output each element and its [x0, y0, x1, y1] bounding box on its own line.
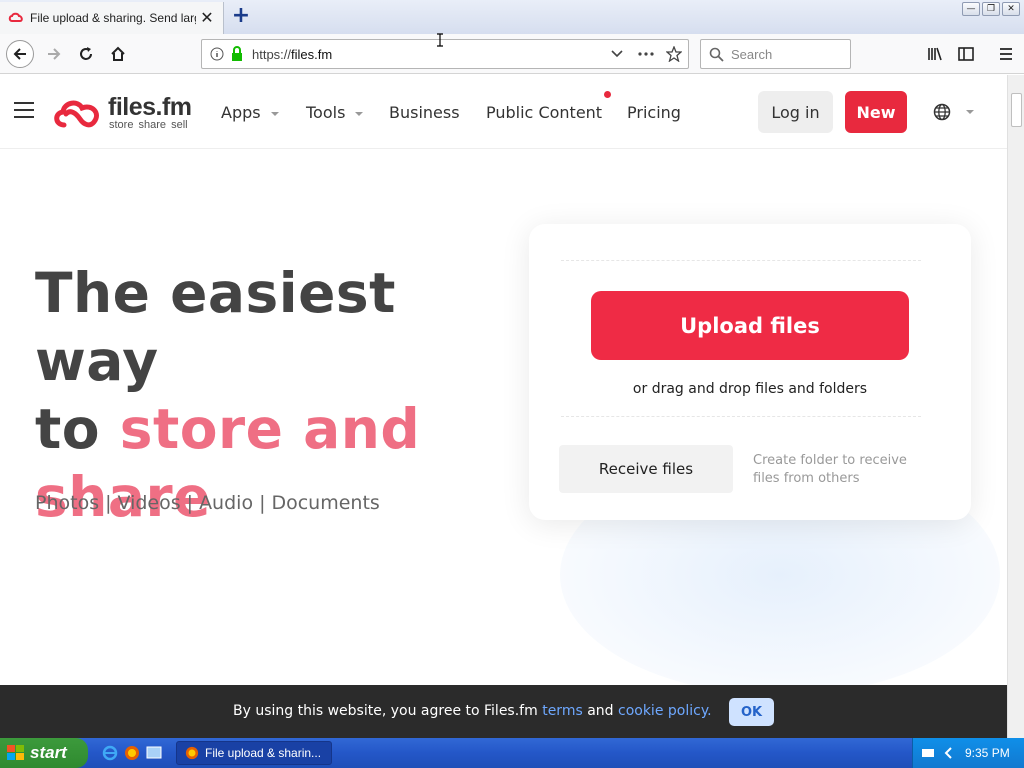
restore-icon[interactable]: ❐: [982, 2, 1000, 16]
nav-pricing[interactable]: Pricing: [627, 103, 681, 122]
new-button[interactable]: New: [845, 91, 907, 133]
nav-public-content[interactable]: Public Content: [486, 103, 602, 122]
clock: 9:35 PM: [965, 746, 1010, 760]
taskbar-firefox-window[interactable]: File upload & sharin...: [176, 741, 332, 765]
nav-tools[interactable]: Tools: [306, 103, 364, 122]
site-header: files.fm store share sell Apps Tools Bus…: [0, 75, 1007, 149]
tab-title: File upload & sharing. Send large files: [30, 11, 196, 25]
cookie-banner: By using this website, you agree to File…: [0, 685, 1007, 738]
arrow-right-icon: [48, 48, 61, 60]
new-tab-icon[interactable]: +: [230, 4, 252, 28]
globe-language-icon[interactable]: [933, 103, 951, 121]
web-page: files.fm store share sell Apps Tools Bus…: [0, 75, 1007, 685]
logo-tagline: store share sell: [109, 119, 188, 131]
home-icon: [111, 46, 125, 61]
sidebar-button[interactable]: [952, 40, 980, 68]
page-actions-icon[interactable]: [638, 52, 654, 56]
address-bar[interactable]: https://files.fm: [201, 39, 689, 69]
bookmark-star-icon[interactable]: [666, 46, 682, 62]
cloud-logo-icon: [54, 100, 99, 128]
chevron-down-icon[interactable]: [611, 49, 623, 59]
files-fm-logo[interactable]: files.fm store share sell: [52, 93, 202, 133]
site-menu-icon[interactable]: [14, 102, 34, 120]
logo-name: files.fm: [108, 93, 192, 121]
hero-title: The easiest way to store and share: [35, 261, 421, 529]
upload-files-button[interactable]: Upload files: [591, 291, 909, 360]
browser-tab[interactable]: File upload & sharing. Send large files …: [0, 2, 224, 34]
text-cursor-icon: [437, 33, 443, 47]
taskbar: start File upload & sharin... 9:35 PM: [0, 738, 1024, 768]
language-caret-icon[interactable]: [966, 110, 974, 114]
caret-down-icon: [355, 111, 364, 116]
caret-down-icon: [270, 111, 279, 116]
browser-toolbar: https://files.fm Search: [0, 34, 1024, 74]
reload-button[interactable]: [72, 40, 100, 68]
subtitle-documents: Documents: [271, 492, 380, 514]
start-button[interactable]: start: [0, 738, 88, 768]
window-controls: — ❐ ✕: [962, 2, 1020, 16]
login-button[interactable]: Log in: [758, 91, 833, 133]
library-button[interactable]: [921, 40, 949, 68]
minimize-icon[interactable]: —: [962, 2, 980, 16]
drag-drop-hint: or drag and drop files and folders: [632, 381, 868, 397]
home-button[interactable]: [104, 40, 132, 68]
keyboard-icon[interactable]: [921, 747, 935, 759]
menu-button[interactable]: [992, 40, 1020, 68]
page-scrollbar[interactable]: [1007, 75, 1024, 738]
files-fm-favicon-icon: [8, 12, 23, 22]
search-placeholder: Search: [731, 47, 773, 62]
receive-files-button[interactable]: Receive files: [559, 445, 733, 493]
firefox-quicklaunch-icon[interactable]: [124, 745, 140, 761]
show-desktop-icon[interactable]: [146, 745, 162, 761]
cookie-ok-button[interactable]: OK: [729, 698, 774, 726]
nav-apps[interactable]: Apps: [221, 103, 279, 122]
search-icon: [709, 47, 724, 62]
window-close-icon[interactable]: ✕: [1002, 2, 1020, 16]
subtitle-videos: Videos: [117, 492, 181, 514]
nav-business[interactable]: Business: [389, 103, 460, 122]
cookie-policy-link[interactable]: cookie policy.: [618, 703, 712, 719]
subtitle-audio: Audio: [199, 492, 254, 514]
windows-flag-icon: [7, 745, 24, 760]
scrollbar-thumb[interactable]: [1011, 93, 1022, 127]
info-icon[interactable]: [210, 47, 224, 61]
library-icon: [928, 47, 942, 61]
firefox-icon: [185, 746, 199, 760]
notification-dot: [604, 91, 611, 98]
system-tray: 9:35 PM: [912, 738, 1024, 768]
url-text: https://files.fm: [252, 47, 333, 62]
cookie-text: By using this website, you agree to File…: [233, 703, 712, 719]
back-button[interactable]: [6, 40, 34, 68]
browser-tab-strip: File upload & sharing. Send large files …: [0, 0, 1024, 34]
forward-button[interactable]: [40, 40, 68, 68]
upload-card: Upload files or drag and drop files and …: [529, 224, 971, 520]
receive-files-description: Create folder to receive files from othe…: [753, 453, 907, 486]
hero-subtitle: Photos | Videos | Audio | Documents: [35, 492, 380, 514]
subtitle-photos: Photos: [35, 492, 100, 514]
search-bar[interactable]: Search: [700, 39, 851, 69]
terms-link[interactable]: terms: [542, 703, 583, 719]
start-label: start: [30, 743, 67, 762]
hamburger-menu-icon: [1000, 48, 1012, 60]
sidebar-icon: [958, 47, 974, 61]
internet-explorer-icon[interactable]: [102, 745, 118, 761]
tab-close-icon[interactable]: ✕: [199, 10, 215, 26]
arrow-left-icon: [13, 48, 26, 60]
tray-expand-icon[interactable]: [943, 747, 953, 759]
reload-icon: [80, 47, 92, 60]
lock-icon: [232, 46, 242, 61]
